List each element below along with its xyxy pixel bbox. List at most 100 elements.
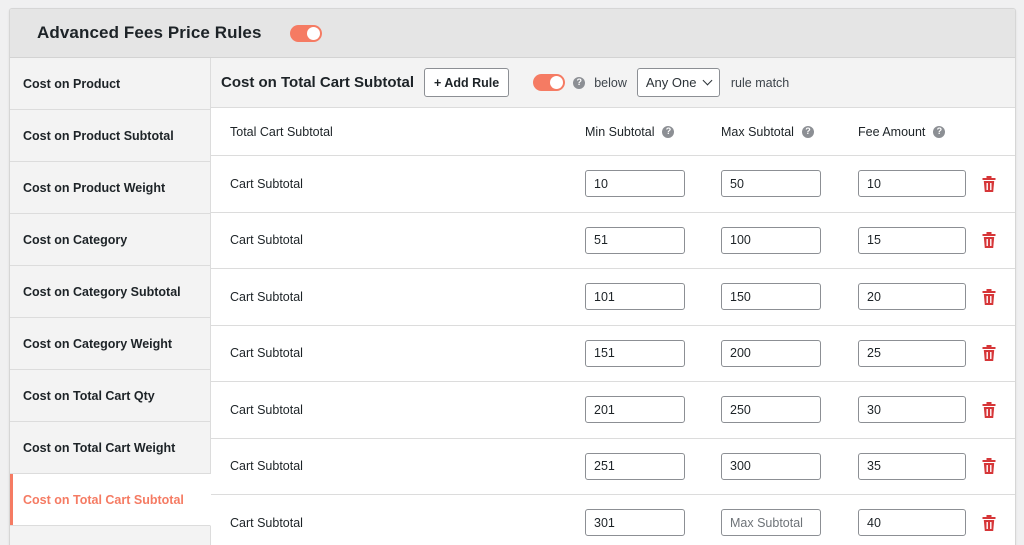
row-label: Cart Subtotal [230, 459, 303, 474]
table-row: Cart Subtotal [211, 326, 1015, 382]
page-title: Advanced Fees Price Rules [37, 23, 262, 42]
panel-header: Advanced Fees Price Rules [10, 9, 1015, 58]
toggle-knob [306, 26, 320, 40]
fee-amount-input[interactable] [858, 170, 966, 198]
delete-rule-button[interactable] [982, 326, 996, 382]
delete-rule-button[interactable] [982, 213, 996, 269]
sidebar-item-cost-on-total-cart-subtotal[interactable]: Cost on Total Cart Subtotal [10, 474, 211, 526]
trash-icon [982, 175, 996, 192]
min-subtotal-cell [585, 439, 685, 495]
min-subtotal-input[interactable] [585, 452, 685, 480]
fee-amount-cell [858, 439, 966, 495]
header-fee-amount: Fee Amount ? [858, 108, 946, 155]
section-title: Cost on Total Cart Subtotal [221, 74, 415, 91]
fee-amount-cell [858, 269, 966, 325]
min-subtotal-cell [585, 213, 685, 269]
sidebar-item-cost-on-product-weight[interactable]: Cost on Product Weight [10, 162, 210, 214]
delete-rule-button[interactable] [982, 382, 996, 438]
trash-icon [982, 401, 996, 418]
min-subtotal-input[interactable] [585, 226, 685, 254]
below-label: below [594, 75, 627, 90]
trash-icon [982, 232, 996, 249]
fee-amount-cell [858, 326, 966, 382]
delete-rule-button[interactable] [982, 439, 996, 495]
header-label: Max Subtotal [721, 124, 794, 139]
fee-amount-input[interactable] [858, 283, 966, 311]
header-max-subtotal: Max Subtotal ? [721, 108, 814, 155]
sidebar-item-cost-on-category-weight[interactable]: Cost on Category Weight [10, 318, 210, 370]
row-label: Cart Subtotal [230, 176, 303, 191]
fee-amount-input[interactable] [858, 509, 966, 537]
min-subtotal-cell [585, 495, 685, 545]
section-enabled-toggle[interactable] [533, 74, 566, 91]
header-total-cart-subtotal: Total Cart Subtotal [230, 124, 333, 139]
trash-icon [982, 288, 996, 305]
add-rule-button[interactable]: + Add Rule [424, 68, 510, 97]
fee-amount-input[interactable] [858, 452, 966, 480]
table-row: Cart Subtotal [211, 382, 1015, 439]
row-label: Cart Subtotal [230, 402, 303, 417]
table-row: Cart Subtotal [211, 269, 1015, 326]
max-subtotal-input[interactable] [721, 170, 821, 198]
trash-icon [982, 345, 996, 362]
sidebar: Cost on Product Cost on Product Subtotal… [10, 58, 211, 545]
max-subtotal-input[interactable] [721, 339, 821, 367]
table-row: Cart Subtotal [211, 439, 1015, 495]
min-subtotal-input[interactable] [585, 339, 685, 367]
max-subtotal-input[interactable] [721, 226, 821, 254]
help-icon[interactable]: ? [662, 125, 675, 138]
rule-match-select[interactable]: Any One [636, 68, 720, 97]
min-subtotal-cell [585, 156, 685, 212]
min-subtotal-input[interactable] [585, 509, 685, 537]
min-subtotal-input[interactable] [585, 170, 685, 198]
delete-rule-button[interactable] [982, 156, 996, 212]
max-subtotal-cell [721, 495, 821, 545]
sidebar-item-cost-on-total-cart-weight[interactable]: Cost on Total Cart Weight [10, 422, 210, 474]
delete-rule-button[interactable] [982, 495, 996, 545]
fee-amount-cell [858, 156, 966, 212]
rules-toolbar: Cost on Total Cart Subtotal + Add Rule ?… [211, 58, 1015, 108]
max-subtotal-input[interactable] [721, 509, 821, 537]
price-rules-panel: Advanced Fees Price Rules Cost on Produc… [9, 8, 1016, 545]
fee-amount-cell [858, 213, 966, 269]
help-icon[interactable]: ? [933, 125, 946, 138]
fee-amount-input[interactable] [858, 339, 966, 367]
min-subtotal-input[interactable] [585, 396, 685, 424]
rules-table-body: Cart Subtotal Cart Subtotal Cart Subtota… [211, 156, 1015, 545]
rule-match-label: rule match [730, 75, 790, 90]
sidebar-item-cost-on-category[interactable]: Cost on Category [10, 214, 210, 266]
rule-match-value: Any One [645, 75, 697, 90]
max-subtotal-input[interactable] [721, 452, 821, 480]
sidebar-item-cost-on-product-subtotal[interactable]: Cost on Product Subtotal [10, 110, 210, 162]
sidebar-item-cost-on-category-subtotal[interactable]: Cost on Category Subtotal [10, 266, 210, 318]
table-row: Cart Subtotal [211, 156, 1015, 213]
help-icon[interactable]: ? [573, 76, 586, 89]
min-subtotal-cell [585, 326, 685, 382]
fee-amount-cell [858, 382, 966, 438]
rules-enabled-toggle[interactable] [289, 24, 322, 42]
header-min-subtotal: Min Subtotal ? [585, 108, 675, 155]
header-label: Min Subtotal [585, 124, 655, 139]
sidebar-item-cost-on-product[interactable]: Cost on Product [10, 58, 210, 110]
delete-rule-button[interactable] [982, 269, 996, 325]
max-subtotal-input[interactable] [721, 396, 821, 424]
max-subtotal-cell [721, 382, 821, 438]
table-row: Cart Subtotal [211, 213, 1015, 269]
header-label: Fee Amount [858, 124, 926, 139]
max-subtotal-input[interactable] [721, 283, 821, 311]
fee-amount-input[interactable] [858, 396, 966, 424]
fee-amount-cell [858, 495, 966, 545]
row-label: Cart Subtotal [230, 289, 303, 304]
trash-icon [982, 514, 996, 531]
row-label: Cart Subtotal [230, 346, 303, 361]
fee-amount-input[interactable] [858, 226, 966, 254]
min-subtotal-cell [585, 269, 685, 325]
min-subtotal-input[interactable] [585, 283, 685, 311]
rules-content: Cost on Total Cart Subtotal + Add Rule ?… [211, 58, 1015, 545]
max-subtotal-cell [721, 156, 821, 212]
table-header: Total Cart Subtotal Min Subtotal ? Max S… [211, 108, 1015, 156]
sidebar-item-cost-on-total-cart-qty[interactable]: Cost on Total Cart Qty [10, 370, 210, 422]
trash-icon [982, 458, 996, 475]
help-icon[interactable]: ? [801, 125, 814, 138]
max-subtotal-cell [721, 269, 821, 325]
